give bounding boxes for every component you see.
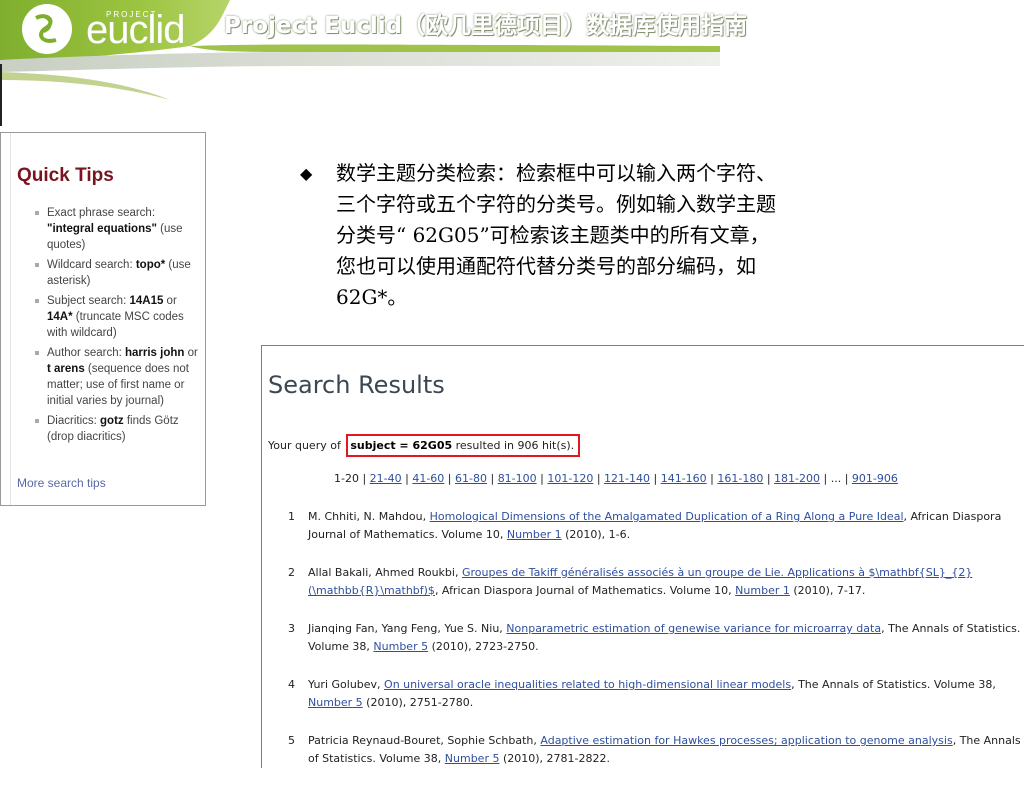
euclid-logo: PROJECT euclid xyxy=(22,4,192,54)
quick-tips-panel: Quick Tips Exact phrase search: "integra… xyxy=(0,132,206,506)
diamond-bullet-icon: ◆ xyxy=(300,164,313,183)
pager-current: 1-20 xyxy=(334,472,359,485)
issue-link[interactable]: Number 5 xyxy=(445,752,500,765)
pager-link[interactable]: 21-40 xyxy=(370,472,402,485)
pager-link[interactable]: 141-160 xyxy=(661,472,707,485)
divider xyxy=(0,64,2,126)
search-results-screenshot: Search Results Your query of subject = 6… xyxy=(261,345,1024,768)
result-item: 4 Yuri Golubev, On universal oracle inequ… xyxy=(288,678,996,709)
logo-emblem-icon xyxy=(22,4,72,54)
result-title-link[interactable]: Nonparametric estimation of genewise var… xyxy=(506,622,881,635)
pager-link[interactable]: 41-60 xyxy=(412,472,444,485)
tip-wildcard: Wildcard search: topo* (use asterisk) xyxy=(17,257,203,289)
results-list: 1 M. Chhiti, N. Mahdou, Homological Dimen… xyxy=(282,508,1022,788)
more-search-tips-link[interactable]: More search tips xyxy=(17,476,106,490)
result-item: 3 Jianqing Fan, Yang Feng, Yue S. Niu, No… xyxy=(288,622,1021,653)
bullet-text: 数学主题分类检索：检索框中可以输入两个字符、 三个字符或五个字符的分类号。例如输… xyxy=(336,161,776,309)
query-summary: Your query of subject = 62G05 resulted i… xyxy=(268,434,581,457)
pager-link[interactable]: 181-200 xyxy=(774,472,820,485)
logo-euclid-text: euclid xyxy=(86,8,186,52)
result-item: 1 M. Chhiti, N. Mahdou, Homological Dimen… xyxy=(288,510,1002,541)
result-title-link[interactable]: On universal oracle inequalities related… xyxy=(384,678,791,691)
issue-link[interactable]: Number 5 xyxy=(308,696,363,709)
tip-exact-phrase: Exact phrase search: "integral equations… xyxy=(17,205,203,253)
pager-link[interactable]: 161-180 xyxy=(717,472,763,485)
pager-last-link[interactable]: 901-906 xyxy=(852,472,898,485)
quick-tips-title: Quick Tips xyxy=(17,165,114,186)
result-item: 2 Allal Bakali, Ahmed Roukbi, Groupes de … xyxy=(288,566,973,597)
slide-title: Project Euclid（欧几里德项目）数据库使用指南 xyxy=(224,13,748,39)
pager-link[interactable]: 101-120 xyxy=(547,472,593,485)
pager-link[interactable]: 81-100 xyxy=(498,472,537,485)
search-results-heading: Search Results xyxy=(268,371,445,399)
result-title-link[interactable]: Adaptive estimation for Hawkes processes… xyxy=(540,734,952,747)
tip-subject: Subject search: 14A15 or 14A* (truncate … xyxy=(17,293,203,341)
quick-tips-list: Exact phrase search: "integral equations… xyxy=(17,205,203,449)
query-highlight-box: subject = 62G05 resulted in 906 hit(s). xyxy=(346,434,581,457)
result-title-link[interactable]: Homological Dimensions of the Amalgamate… xyxy=(430,510,904,523)
pager-ellipsis: ... xyxy=(830,472,842,485)
tip-diacritics: Diacritics: gotz finds Götz (drop diacri… xyxy=(17,413,203,445)
issue-link[interactable]: Number 1 xyxy=(507,528,562,541)
pagination: 1-20 | 21-40 | 41-60 | 61-80 | 81-100 | … xyxy=(334,472,898,485)
pager-link[interactable]: 61-80 xyxy=(455,472,487,485)
issue-link[interactable]: Number 1 xyxy=(735,584,790,597)
result-item: 5 Patricia Reynaud-Bouret, Sophie Schbath… xyxy=(288,734,1021,765)
slide-header: PROJECT euclid Project Euclid（欧几里德项目）数据库… xyxy=(0,0,1024,110)
tip-author: Author search: harris john or t arens (s… xyxy=(17,345,203,409)
pager-link[interactable]: 121-140 xyxy=(604,472,650,485)
issue-link[interactable]: Number 5 xyxy=(373,640,428,653)
